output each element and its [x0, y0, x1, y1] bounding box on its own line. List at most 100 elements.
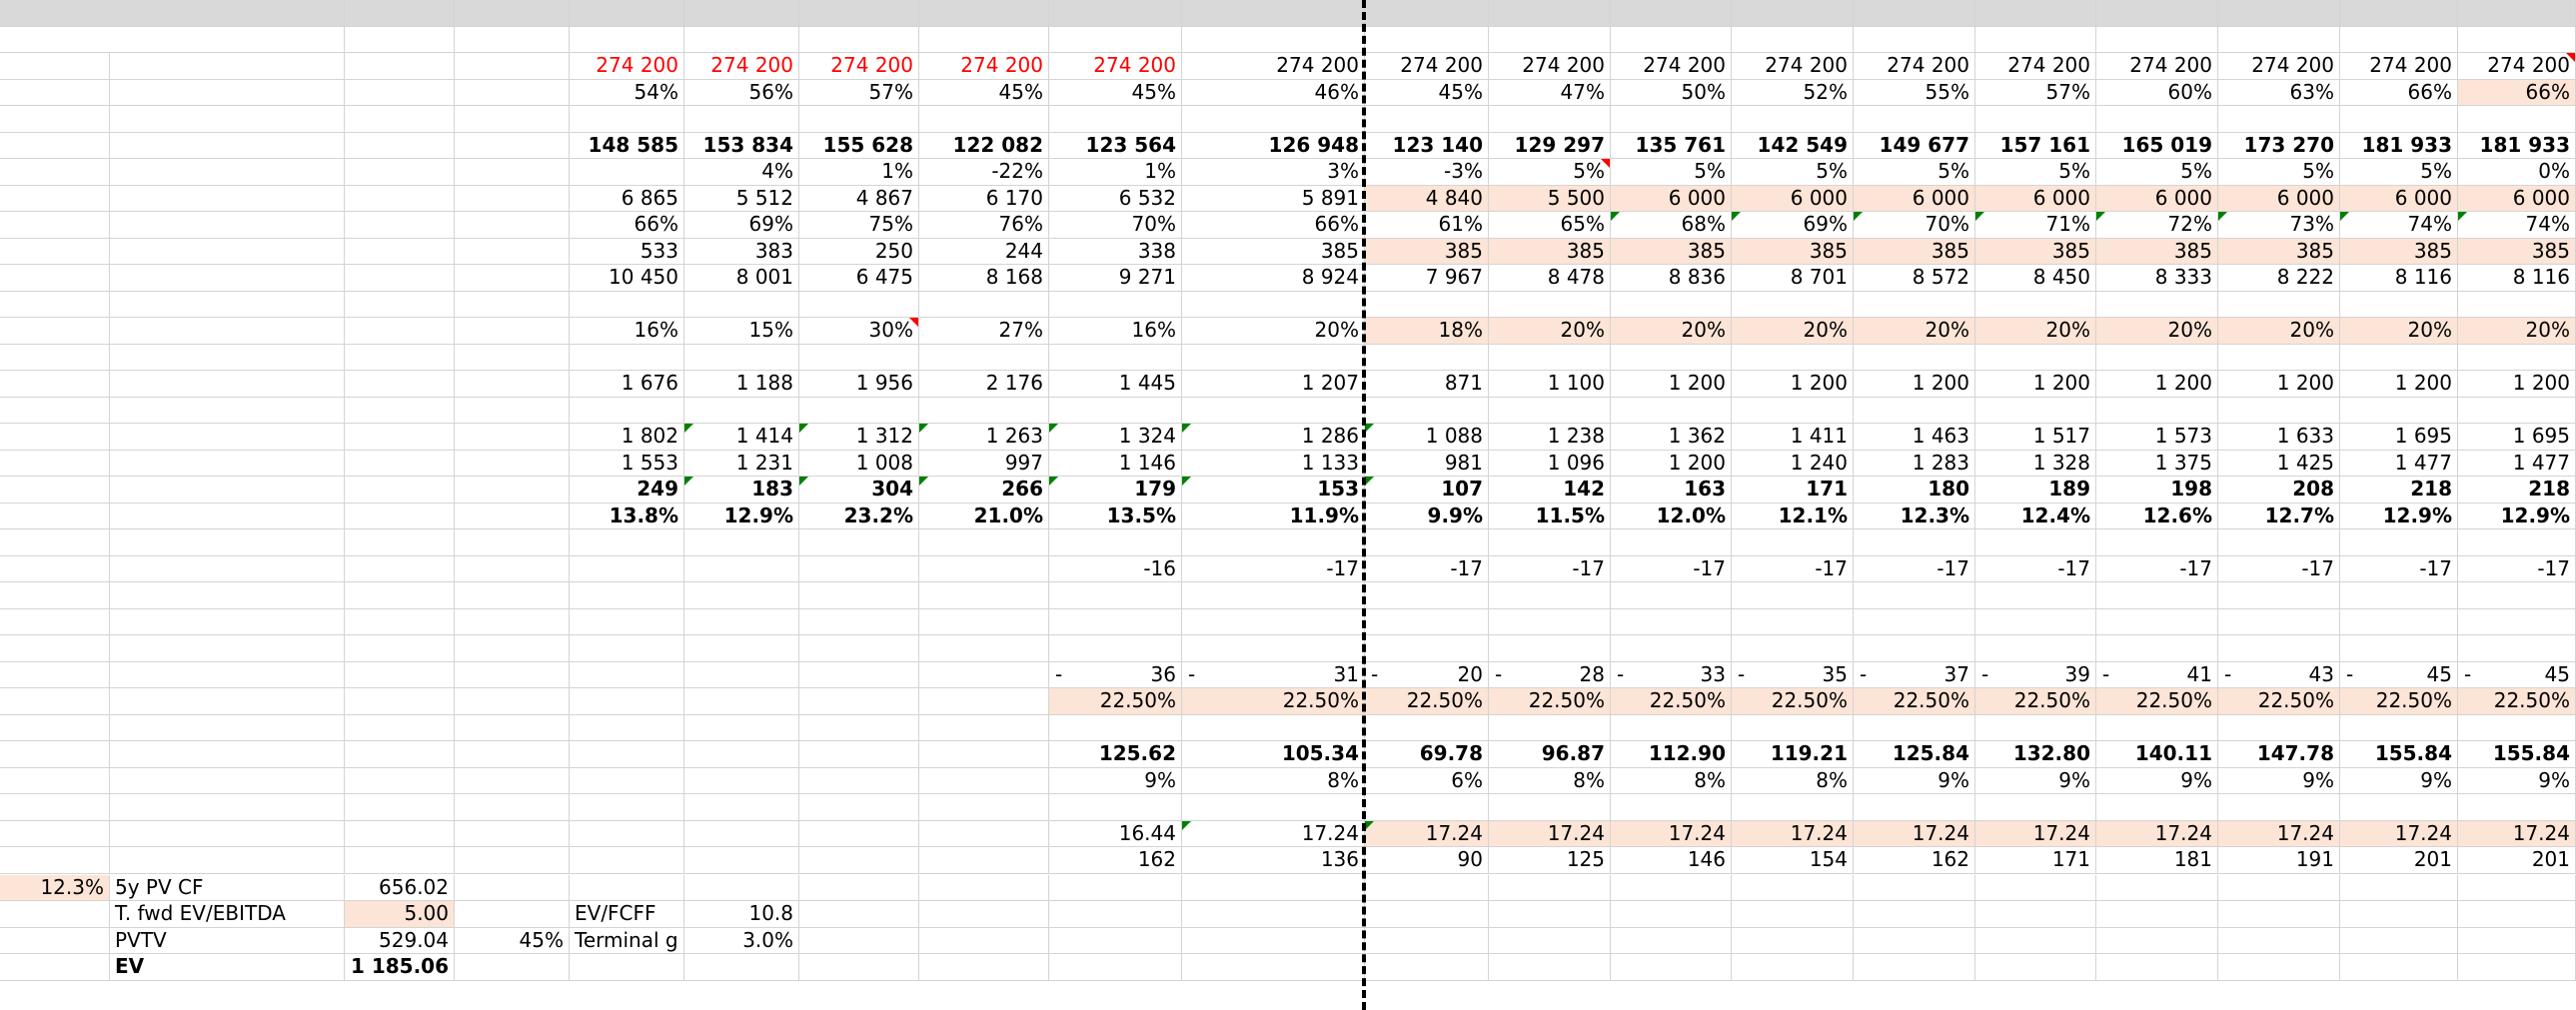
- value-cell[interactable]: 274 200: [570, 53, 684, 80]
- empty-cell[interactable]: [455, 954, 570, 981]
- value-cell[interactable]: 157 161: [1975, 132, 2096, 159]
- empty-cell[interactable]: [570, 159, 684, 186]
- section-title[interactable]: [0, 26, 345, 53]
- empty-cell[interactable]: [684, 847, 799, 874]
- value-cell[interactable]: 22.50%: [1365, 688, 1489, 715]
- empty-cell[interactable]: [684, 106, 799, 133]
- empty-cell[interactable]: [345, 79, 455, 106]
- row-spacer-cell[interactable]: [0, 767, 110, 794]
- value-cell[interactable]: 1 445: [1049, 371, 1182, 398]
- value-cell[interactable]: 6 000: [1975, 185, 2096, 212]
- empty-cell[interactable]: [1854, 874, 1975, 901]
- row-spacer-cell[interactable]: [0, 344, 110, 371]
- empty-cell[interactable]: [1489, 582, 1611, 609]
- empty-cell[interactable]: [1049, 529, 1182, 556]
- empty-cell[interactable]: [110, 794, 345, 821]
- value-cell[interactable]: 20%: [1489, 318, 1611, 345]
- value-cell[interactable]: 9%: [2218, 767, 2340, 794]
- row-label[interactable]: [110, 450, 345, 477]
- value-cell[interactable]: 8 701: [1732, 265, 1854, 292]
- value-cell[interactable]: 1 096: [1489, 450, 1611, 477]
- empty-cell[interactable]: [1489, 344, 1611, 371]
- row-spacer-cell[interactable]: [0, 424, 110, 451]
- value-cell[interactable]: 153 834: [684, 132, 799, 159]
- valuation-pvtv-pct[interactable]: 45%: [455, 927, 570, 954]
- empty-cell[interactable]: [1854, 714, 1975, 741]
- row-spacer-cell[interactable]: [0, 529, 110, 556]
- empty-cell[interactable]: [2340, 954, 2458, 981]
- empty-cell[interactable]: [1365, 344, 1489, 371]
- empty-cell[interactable]: [345, 106, 455, 133]
- value-cell[interactable]: 10 450: [570, 265, 684, 292]
- row-spacer-cell[interactable]: [0, 371, 110, 398]
- year-header-2021[interactable]: [1489, 0, 1611, 27]
- value-cell[interactable]: 385: [1611, 238, 1732, 265]
- empty-cell[interactable]: [1854, 901, 1975, 928]
- empty-cell[interactable]: [2218, 529, 2340, 556]
- empty-cell[interactable]: [2458, 291, 2576, 318]
- value-cell[interactable]: 6%: [1365, 767, 1489, 794]
- value-cell[interactable]: 146: [1611, 847, 1732, 874]
- value-cell[interactable]: 20%: [1732, 318, 1854, 345]
- empty-cell[interactable]: [345, 238, 455, 265]
- value-cell[interactable]: -17: [2458, 555, 2576, 582]
- empty-cell[interactable]: [570, 344, 684, 371]
- empty-cell[interactable]: [1489, 794, 1611, 821]
- empty-cell[interactable]: [110, 344, 345, 371]
- value-cell[interactable]: 4 840: [1365, 185, 1489, 212]
- empty-cell[interactable]: [345, 265, 455, 292]
- empty-cell[interactable]: [110, 582, 345, 609]
- empty-cell[interactable]: [110, 714, 345, 741]
- empty-cell[interactable]: [1975, 635, 2096, 662]
- empty-cell[interactable]: [2340, 291, 2458, 318]
- value-cell[interactable]: 71%: [1975, 212, 2096, 239]
- value-cell[interactable]: 16%: [1049, 318, 1182, 345]
- value-cell[interactable]: 1 238: [1489, 424, 1611, 451]
- empty-cell[interactable]: [2458, 26, 2576, 53]
- empty-cell[interactable]: [1611, 26, 1732, 53]
- row-label[interactable]: [110, 741, 345, 768]
- value-cell[interactable]: -17: [1854, 555, 1975, 582]
- row-label[interactable]: [110, 185, 345, 212]
- row-spacer-cell[interactable]: [0, 450, 110, 477]
- row-label[interactable]: [110, 79, 345, 106]
- value-cell[interactable]: 12.1%: [1732, 503, 1854, 529]
- empty-cell[interactable]: [1975, 608, 2096, 635]
- empty-cell[interactable]: [2458, 344, 2576, 371]
- empty-cell[interactable]: [1611, 794, 1732, 821]
- empty-cell[interactable]: [1182, 397, 1365, 424]
- value-cell[interactable]: 1 200: [1854, 371, 1975, 398]
- value-cell[interactable]: 45-: [2458, 661, 2576, 688]
- row-spacer-cell[interactable]: [0, 661, 110, 688]
- empty-cell[interactable]: [1049, 106, 1182, 133]
- empty-cell[interactable]: [455, 132, 570, 159]
- row-spacer-cell[interactable]: [0, 132, 110, 159]
- value-cell[interactable]: 1%: [1049, 159, 1182, 186]
- value-cell[interactable]: 208: [2218, 477, 2340, 504]
- empty-cell[interactable]: [2096, 954, 2218, 981]
- empty-cell[interactable]: [2340, 874, 2458, 901]
- empty-cell[interactable]: [1365, 901, 1489, 928]
- value-cell[interactable]: 57%: [1975, 79, 2096, 106]
- value-cell[interactable]: 69%: [1732, 212, 1854, 239]
- value-cell[interactable]: 6 000: [1732, 185, 1854, 212]
- value-cell[interactable]: 8%: [1489, 767, 1611, 794]
- empty-cell[interactable]: [455, 424, 570, 451]
- empty-cell[interactable]: [2340, 635, 2458, 662]
- value-cell[interactable]: 9%: [2096, 767, 2218, 794]
- empty-cell[interactable]: [455, 529, 570, 556]
- value-cell[interactable]: 274 200: [684, 53, 799, 80]
- empty-cell[interactable]: [2096, 344, 2218, 371]
- value-cell[interactable]: 132.80: [1975, 741, 2096, 768]
- value-cell[interactable]: 6 000: [2096, 185, 2218, 212]
- value-cell[interactable]: 20%: [2340, 318, 2458, 345]
- value-cell[interactable]: 75%: [799, 212, 919, 239]
- empty-cell[interactable]: [919, 688, 1049, 715]
- row-spacer-cell[interactable]: [0, 106, 110, 133]
- value-cell[interactable]: 16%: [570, 318, 684, 345]
- value-cell[interactable]: 17.24: [1489, 820, 1611, 847]
- value-cell[interactable]: 8 116: [2340, 265, 2458, 292]
- value-cell[interactable]: 5%: [2218, 159, 2340, 186]
- value-cell[interactable]: 8 836: [1611, 265, 1732, 292]
- empty-cell[interactable]: [799, 688, 919, 715]
